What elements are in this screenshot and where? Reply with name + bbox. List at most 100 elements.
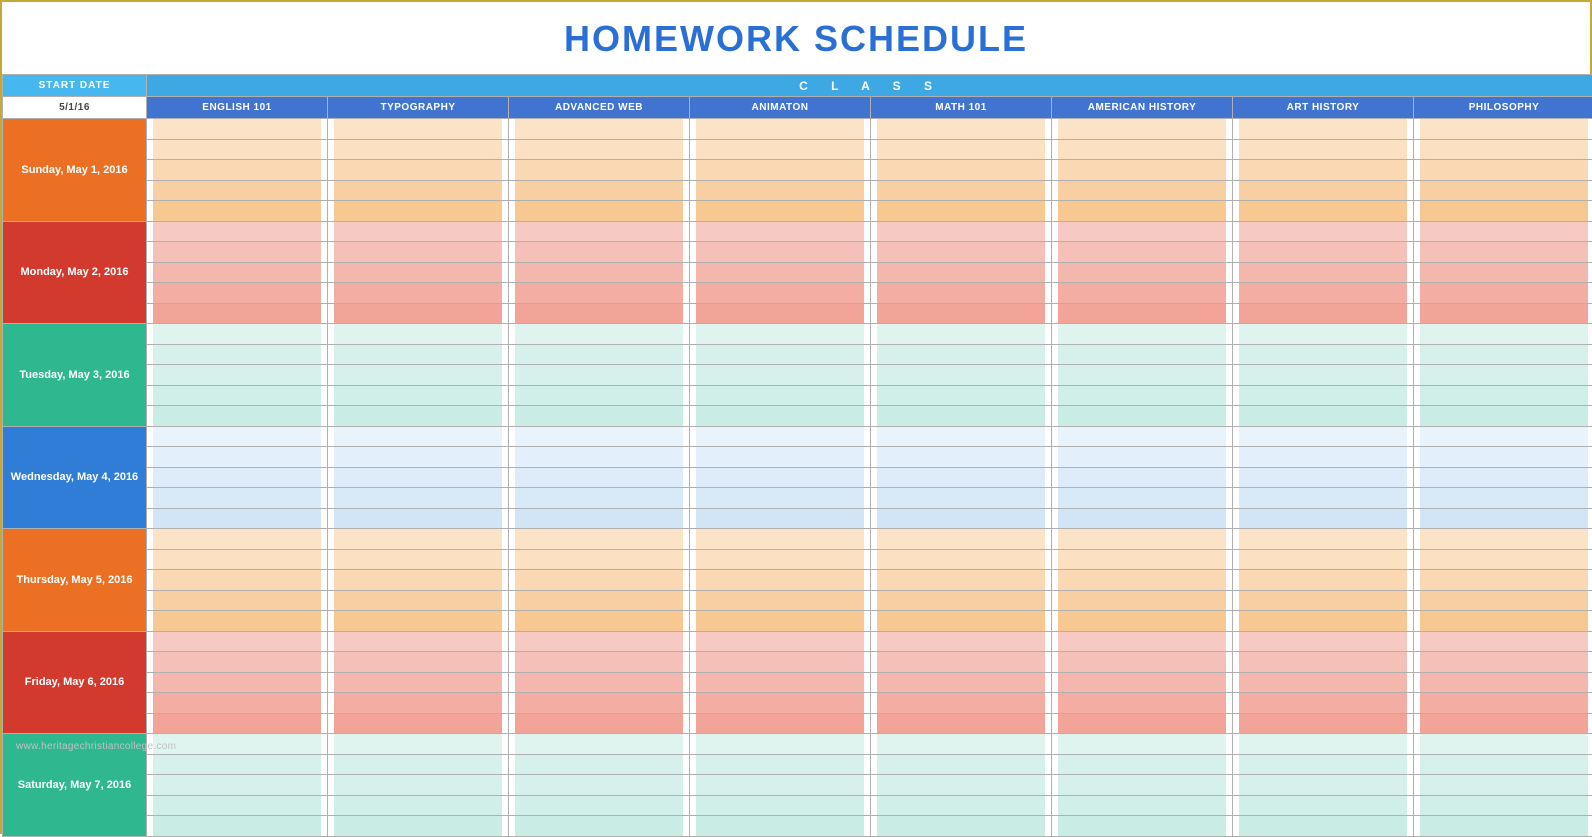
schedule-cell[interactable]: [1414, 713, 1592, 734]
schedule-cell[interactable]: [147, 529, 328, 550]
schedule-cell[interactable]: [1233, 406, 1414, 427]
schedule-cell[interactable]: [147, 221, 328, 242]
schedule-cell[interactable]: [690, 734, 871, 755]
schedule-cell[interactable]: [871, 242, 1052, 263]
schedule-cell[interactable]: [147, 262, 328, 283]
schedule-cell[interactable]: [1414, 385, 1592, 406]
schedule-cell[interactable]: [1052, 672, 1233, 693]
schedule-cell[interactable]: [871, 365, 1052, 386]
schedule-cell[interactable]: [509, 242, 690, 263]
schedule-cell[interactable]: [1414, 180, 1592, 201]
schedule-cell[interactable]: [147, 672, 328, 693]
schedule-cell[interactable]: [147, 590, 328, 611]
schedule-cell[interactable]: [1052, 713, 1233, 734]
schedule-cell[interactable]: [1414, 119, 1592, 140]
schedule-cell[interactable]: [509, 180, 690, 201]
schedule-cell[interactable]: [509, 652, 690, 673]
schedule-cell[interactable]: [328, 303, 509, 324]
schedule-cell[interactable]: [1052, 631, 1233, 652]
schedule-cell[interactable]: [1233, 139, 1414, 160]
schedule-cell[interactable]: [147, 201, 328, 222]
schedule-cell[interactable]: [1414, 283, 1592, 304]
schedule-cell[interactable]: [871, 549, 1052, 570]
schedule-cell[interactable]: [1414, 631, 1592, 652]
schedule-cell[interactable]: [509, 611, 690, 632]
schedule-cell[interactable]: [147, 447, 328, 468]
schedule-cell[interactable]: [871, 139, 1052, 160]
schedule-cell[interactable]: [871, 713, 1052, 734]
schedule-cell[interactable]: [328, 816, 509, 837]
schedule-cell[interactable]: [509, 344, 690, 365]
schedule-cell[interactable]: [1233, 385, 1414, 406]
schedule-cell[interactable]: [1233, 119, 1414, 140]
schedule-cell[interactable]: [509, 631, 690, 652]
schedule-cell[interactable]: [1414, 303, 1592, 324]
schedule-cell[interactable]: [328, 693, 509, 714]
schedule-cell[interactable]: [690, 139, 871, 160]
schedule-cell[interactable]: [871, 201, 1052, 222]
schedule-cell[interactable]: [1233, 303, 1414, 324]
schedule-cell[interactable]: [328, 549, 509, 570]
schedule-cell[interactable]: [509, 426, 690, 447]
schedule-cell[interactable]: [1414, 467, 1592, 488]
schedule-cell[interactable]: [690, 385, 871, 406]
schedule-cell[interactable]: [871, 775, 1052, 796]
schedule-cell[interactable]: [147, 365, 328, 386]
schedule-cell[interactable]: [147, 549, 328, 570]
schedule-cell[interactable]: [1414, 652, 1592, 673]
schedule-cell[interactable]: [328, 426, 509, 447]
schedule-cell[interactable]: [1414, 447, 1592, 468]
schedule-cell[interactable]: [1052, 549, 1233, 570]
schedule-cell[interactable]: [328, 508, 509, 529]
schedule-cell[interactable]: [1233, 201, 1414, 222]
schedule-cell[interactable]: [509, 303, 690, 324]
schedule-cell[interactable]: [147, 693, 328, 714]
schedule-cell[interactable]: [509, 775, 690, 796]
schedule-cell[interactable]: [690, 467, 871, 488]
schedule-cell[interactable]: [509, 406, 690, 427]
schedule-cell[interactable]: [509, 570, 690, 591]
schedule-cell[interactable]: [1233, 529, 1414, 550]
schedule-cell[interactable]: [1052, 201, 1233, 222]
schedule-cell[interactable]: [509, 816, 690, 837]
schedule-cell[interactable]: [871, 467, 1052, 488]
schedule-cell[interactable]: [1233, 508, 1414, 529]
schedule-cell[interactable]: [328, 344, 509, 365]
schedule-cell[interactable]: [509, 795, 690, 816]
schedule-cell[interactable]: [1052, 283, 1233, 304]
schedule-cell[interactable]: [871, 631, 1052, 652]
schedule-cell[interactable]: [690, 488, 871, 509]
schedule-cell[interactable]: [509, 365, 690, 386]
schedule-cell[interactable]: [690, 508, 871, 529]
schedule-cell[interactable]: [871, 303, 1052, 324]
schedule-cell[interactable]: [1414, 816, 1592, 837]
schedule-cell[interactable]: [509, 549, 690, 570]
schedule-cell[interactable]: [1414, 549, 1592, 570]
schedule-cell[interactable]: [328, 221, 509, 242]
schedule-cell[interactable]: [509, 693, 690, 714]
schedule-cell[interactable]: [1233, 365, 1414, 386]
schedule-cell[interactable]: [871, 324, 1052, 345]
schedule-cell[interactable]: [1233, 795, 1414, 816]
schedule-cell[interactable]: [1414, 344, 1592, 365]
schedule-cell[interactable]: [690, 631, 871, 652]
schedule-cell[interactable]: [1414, 590, 1592, 611]
schedule-cell[interactable]: [1414, 324, 1592, 345]
schedule-cell[interactable]: [1052, 365, 1233, 386]
schedule-cell[interactable]: [690, 652, 871, 673]
schedule-cell[interactable]: [509, 488, 690, 509]
schedule-cell[interactable]: [1233, 570, 1414, 591]
schedule-cell[interactable]: [147, 160, 328, 181]
schedule-cell[interactable]: [328, 324, 509, 345]
schedule-cell[interactable]: [1233, 242, 1414, 263]
schedule-cell[interactable]: [328, 672, 509, 693]
schedule-cell[interactable]: [1414, 693, 1592, 714]
schedule-cell[interactable]: [147, 652, 328, 673]
schedule-cell[interactable]: [1233, 467, 1414, 488]
schedule-cell[interactable]: [1414, 611, 1592, 632]
schedule-cell[interactable]: [509, 139, 690, 160]
schedule-cell[interactable]: [871, 816, 1052, 837]
schedule-cell[interactable]: [147, 775, 328, 796]
schedule-cell[interactable]: [1414, 262, 1592, 283]
schedule-cell[interactable]: [509, 201, 690, 222]
